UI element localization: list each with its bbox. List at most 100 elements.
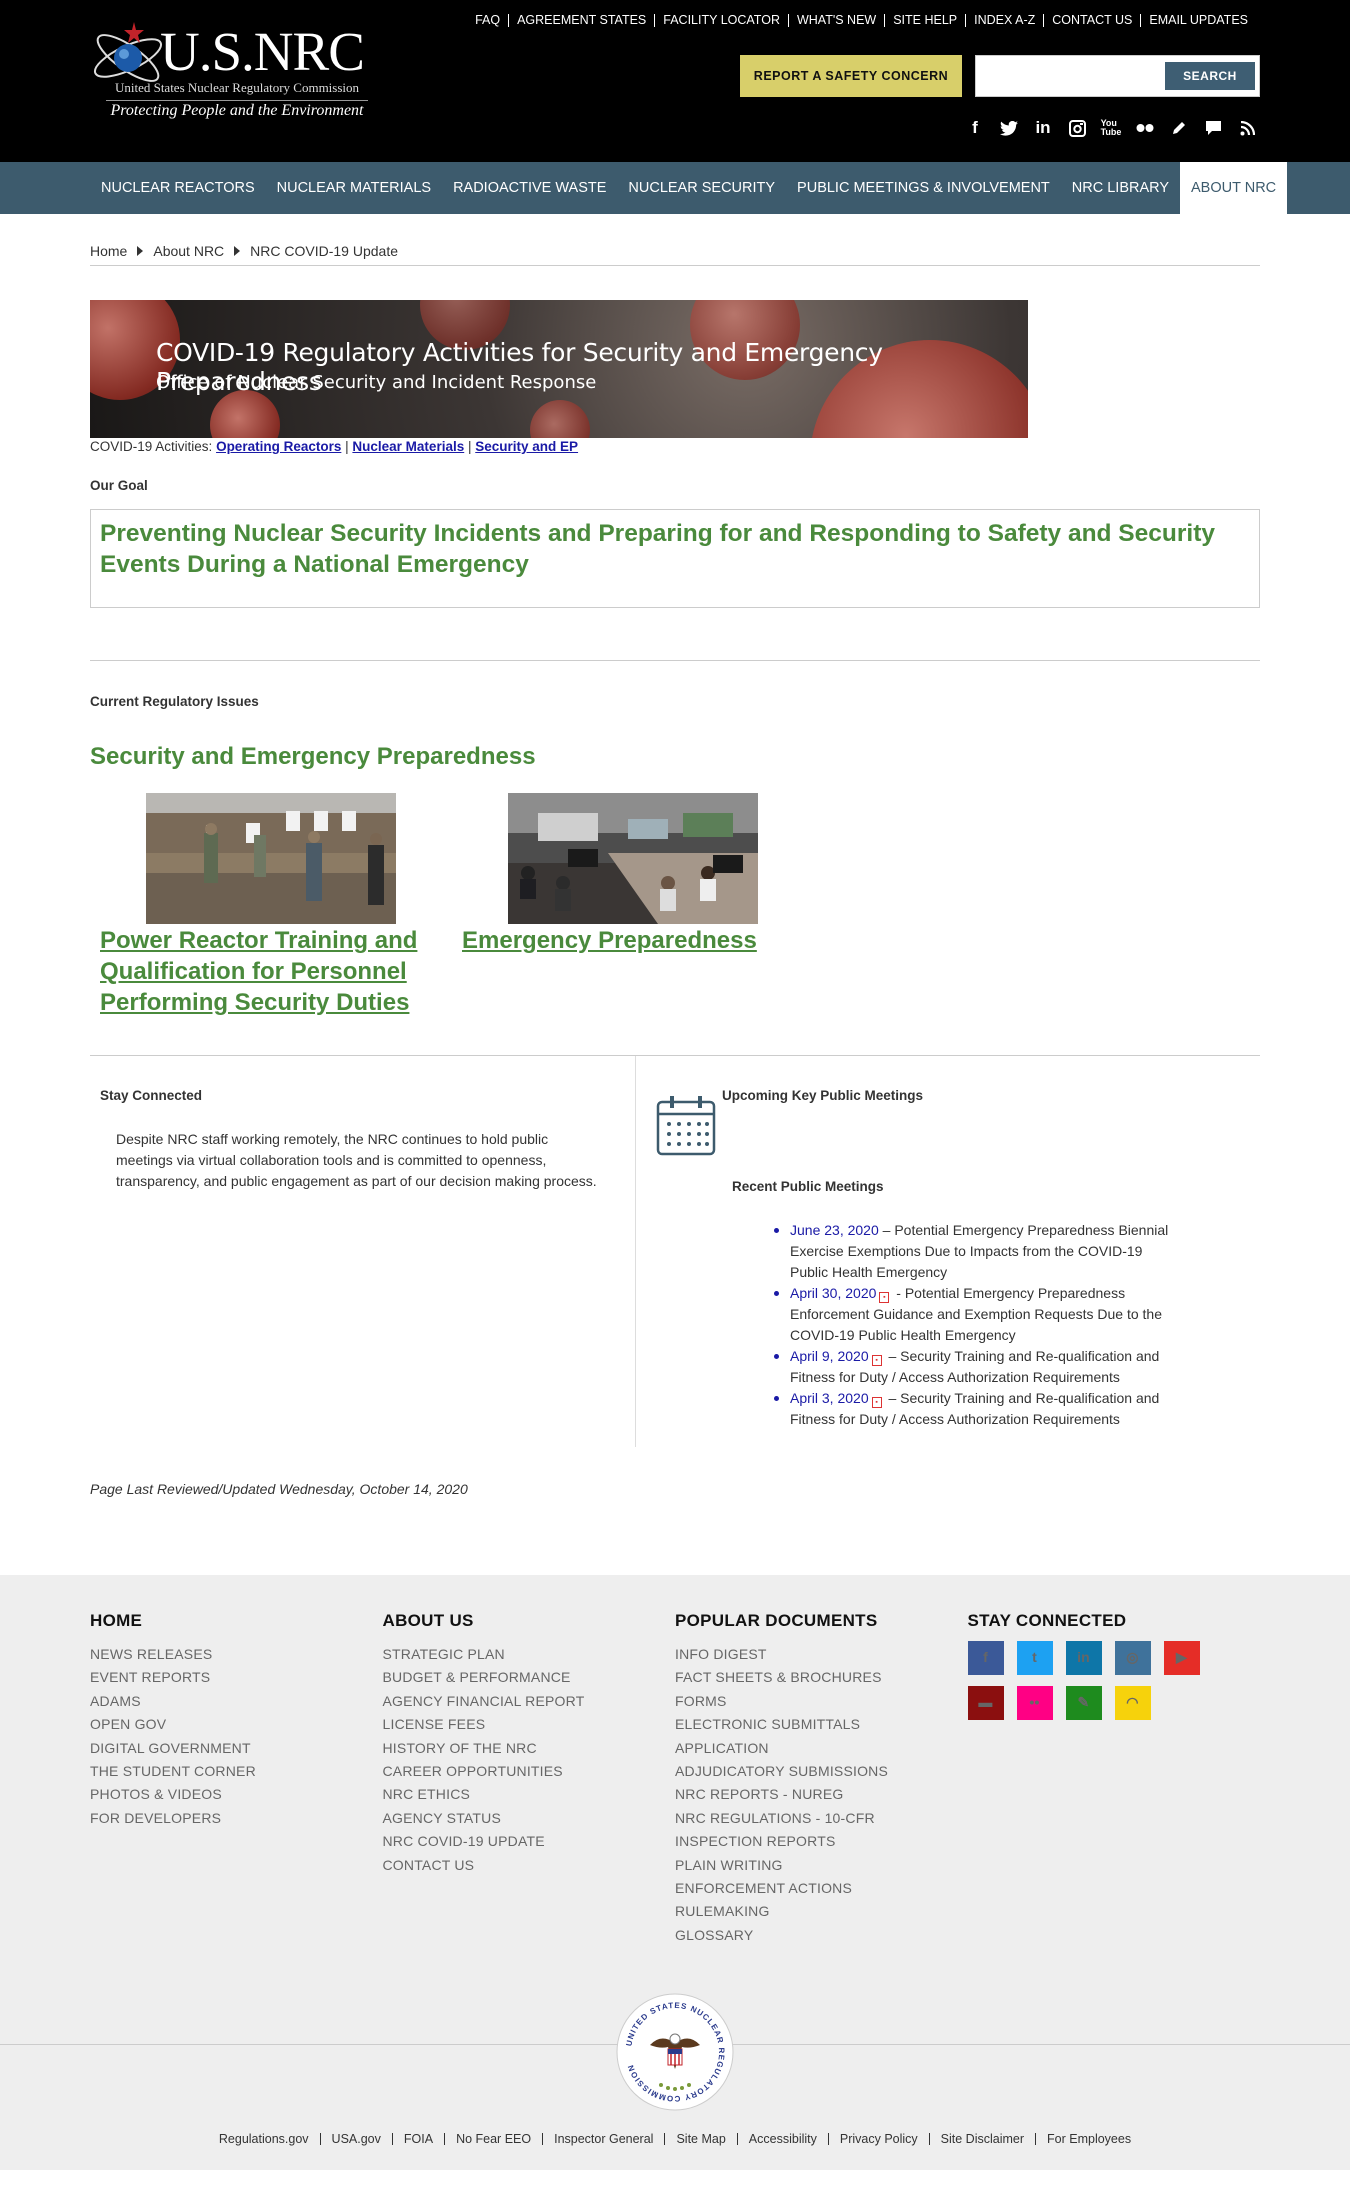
footer-link[interactable]: RULEMAKING [675,1900,968,1923]
rss-icon[interactable] [1238,118,1256,138]
link-operating-reactors[interactable]: Operating Reactors [216,439,341,454]
footer-link[interactable]: FACT SHEETS & BROCHURES [675,1666,968,1689]
top-link-contact[interactable]: CONTACT US [1043,14,1140,27]
security-training-photo[interactable] [146,793,396,924]
top-link-facility-locator[interactable]: FACILITY LOCATOR [654,14,788,27]
footer-link[interactable]: GLOSSARY [675,1924,968,1947]
footer-link[interactable]: DIGITAL GOVERNMENT [90,1737,383,1760]
bottom-link-disclaimer[interactable]: Site Disclaimer [928,2133,1035,2145]
linkedin-icon[interactable]: in [1034,118,1052,138]
meeting-date-link[interactable]: April 9, 2020 [790,1348,869,1364]
facebook-icon[interactable]: f [967,1641,1004,1675]
linkedin-icon[interactable]: in [1065,1641,1102,1675]
breadcrumb-arrow-icon [234,245,241,256]
instagram-icon[interactable]: ◎ [1114,1641,1151,1675]
top-link-agreement-states[interactable]: AGREEMENT STATES [508,14,654,27]
nav-about-nrc[interactable]: ABOUT NRC [1180,162,1288,214]
footer-link[interactable]: FOR DEVELOPERS [90,1807,383,1830]
footer-link[interactable]: BUDGET & PERFORMANCE [383,1666,676,1689]
footer-heading[interactable]: HOME [90,1611,383,1631]
facebook-icon[interactable]: f [966,118,984,138]
top-link-faq[interactable]: FAQ [467,14,508,27]
meeting-date-link[interactable]: June 23, 2020 [790,1222,879,1238]
bottom-link-employees[interactable]: For Employees [1035,2133,1142,2145]
report-safety-concern-button[interactable]: REPORT A SAFETY CONCERN [740,55,962,97]
top-link-index[interactable]: INDEX A-Z [965,14,1043,27]
footer-link[interactable]: THE STUDENT CORNER [90,1760,383,1783]
nav-nrc-library[interactable]: NRC LIBRARY [1061,162,1180,214]
footer-link[interactable]: CAREER OPPORTUNITIES [383,1760,676,1783]
bottom-link-accessibility[interactable]: Accessibility [736,2133,828,2145]
blog-icon[interactable] [1170,118,1188,138]
footer-link[interactable]: PLAIN WRITING [675,1854,968,1877]
footer-link[interactable]: EVENT REPORTS [90,1666,383,1689]
footer-link[interactable]: NRC REGULATIONS - 10-CFR [675,1807,968,1830]
footer-link[interactable]: LICENSE FEES [383,1713,676,1736]
footer-link[interactable]: INSPECTION REPORTS [675,1830,968,1853]
footer-link[interactable]: STRATEGIC PLAN [383,1643,676,1666]
search-button[interactable]: SEARCH [1165,62,1255,90]
bottom-link-site-map[interactable]: Site Map [664,2133,736,2145]
emergency-ops-photo[interactable] [508,793,758,924]
youtube-icon[interactable]: You Tube [1101,118,1122,138]
nrc-logo[interactable]: U.S.NRC United States Nuclear Regulatory… [88,20,368,125]
nav-nuclear-reactors[interactable]: NUCLEAR REACTORS [90,162,266,214]
youtube-icon[interactable]: ▶ [1163,1641,1200,1675]
footer-heading[interactable]: ABOUT US [383,1611,676,1631]
breadcrumb-home[interactable]: Home [90,243,127,259]
search-input[interactable] [980,62,1140,90]
nav-public-meetings[interactable]: PUBLIC MEETINGS & INVOLVEMENT [786,162,1061,214]
bottom-link-usagov[interactable]: USA.gov [319,2133,392,2145]
footer-link[interactable]: ADAMS [90,1690,383,1713]
footer-link[interactable]: NRC COVID-19 UPDATE [383,1830,676,1853]
top-link-whats-new[interactable]: WHAT'S NEW [787,14,884,27]
footer-link[interactable]: NEWS RELEASES [90,1643,383,1666]
bottom-link-privacy[interactable]: Privacy Policy [827,2133,929,2145]
twitter-icon[interactable]: t [1016,1641,1053,1675]
comment-icon[interactable] [1204,118,1222,138]
flickr-icon[interactable]: •• [1016,1686,1053,1720]
top-link-site-help[interactable]: SITE HELP [884,14,965,27]
footer-link[interactable]: INFO DIGEST [675,1643,968,1666]
footer-link[interactable]: CONTACT US [383,1854,676,1877]
bottom-link-no-fear[interactable]: No Fear EEO [444,2133,542,2145]
breadcrumb-about[interactable]: About NRC [153,243,224,259]
footer-link[interactable]: NRC REPORTS - NUREG [675,1783,968,1806]
footer-heading: STAY CONNECTED [967,1611,1127,1630]
footer-link[interactable]: AGENCY FINANCIAL REPORT [383,1690,676,1713]
footer-link[interactable]: APPLICATION [675,1737,968,1760]
nav-nuclear-security[interactable]: NUCLEAR SECURITY [617,162,786,214]
top-link-email-updates[interactable]: EMAIL UPDATES [1140,14,1256,27]
flickr-icon[interactable] [1136,118,1154,138]
link-emergency-preparedness[interactable]: Emergency Preparedness [462,925,782,956]
comment-icon[interactable]: ▬ [967,1686,1004,1720]
stay-connected-section: Stay Connected Despite NRC staff working… [90,1055,1260,1447]
footer-heading[interactable]: POPULAR DOCUMENTS [675,1611,968,1631]
footer-col-home: HOME NEWS RELEASES EVENT REPORTS ADAMS O… [90,1611,383,1947]
bottom-link-inspector-general[interactable]: Inspector General [542,2133,664,2145]
blog-icon[interactable]: ✎ [1065,1686,1102,1720]
link-power-reactor-training[interactable]: Power Reactor Training and Qualification… [100,925,450,1018]
footer-link[interactable]: HISTORY OF THE NRC [383,1737,676,1760]
meeting-date-link[interactable]: April 30, 2020 [790,1285,876,1301]
footer-link[interactable]: ELECTRONIC SUBMITTALS [675,1713,968,1736]
footer-link[interactable]: FORMS [675,1690,968,1713]
footer-link[interactable]: ADJUDICATORY SUBMISSIONS [675,1760,968,1783]
nav-nuclear-materials[interactable]: NUCLEAR MATERIALS [266,162,442,214]
rss-icon[interactable]: ◠ [1114,1686,1151,1720]
instagram-icon[interactable] [1068,118,1086,138]
twitter-icon[interactable] [1000,118,1018,138]
list-item: April 3, 2020 ▪ – Security Training and R… [774,1388,1170,1430]
footer-link[interactable]: OPEN GOV [90,1713,383,1736]
footer-link[interactable]: ENFORCEMENT ACTIONS [675,1877,968,1900]
footer-link[interactable]: PHOTOS & VIDEOS [90,1783,383,1806]
footer-col-about: ABOUT US STRATEGIC PLAN BUDGET & PERFORM… [383,1611,676,1947]
nav-radioactive-waste[interactable]: RADIOACTIVE WASTE [442,162,617,214]
footer-link[interactable]: AGENCY STATUS [383,1807,676,1830]
footer-link[interactable]: NRC ETHICS [383,1783,676,1806]
bottom-link-regulations[interactable]: Regulations.gov [208,2133,320,2146]
link-nuclear-materials[interactable]: Nuclear Materials [352,439,464,454]
meeting-date-link[interactable]: April 3, 2020 [790,1390,869,1406]
link-security-ep[interactable]: Security and EP [475,439,578,454]
bottom-link-foia[interactable]: FOIA [391,2133,444,2145]
